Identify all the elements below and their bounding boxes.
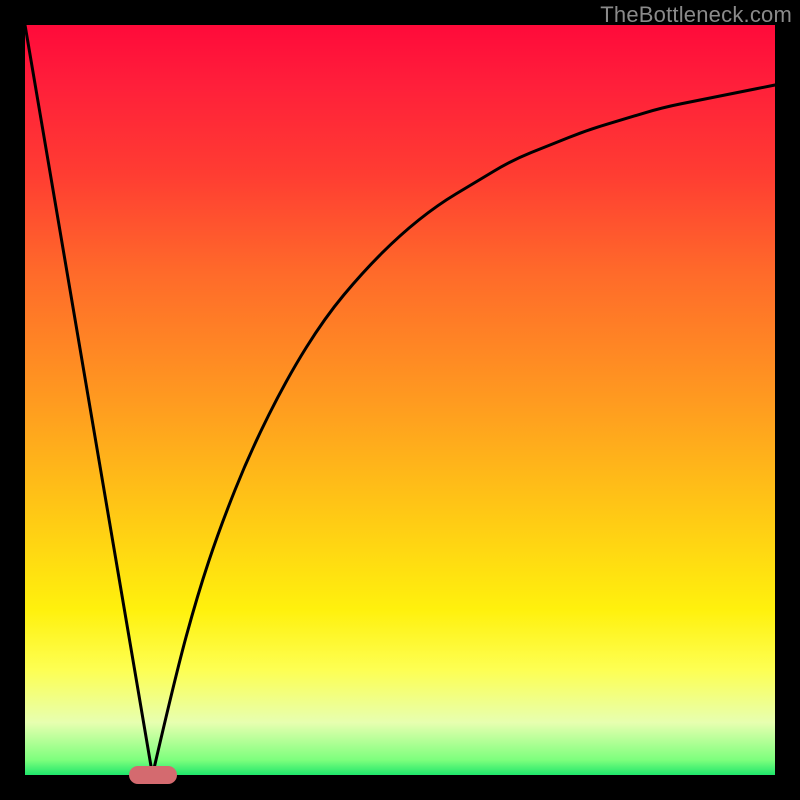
left-line-path: [25, 25, 153, 775]
watermark-text: TheBottleneck.com: [600, 2, 792, 28]
right-curve-path: [153, 85, 776, 775]
bottleneck-marker: [129, 766, 177, 784]
chart-frame: TheBottleneck.com: [0, 0, 800, 800]
chart-lines: [25, 25, 775, 775]
